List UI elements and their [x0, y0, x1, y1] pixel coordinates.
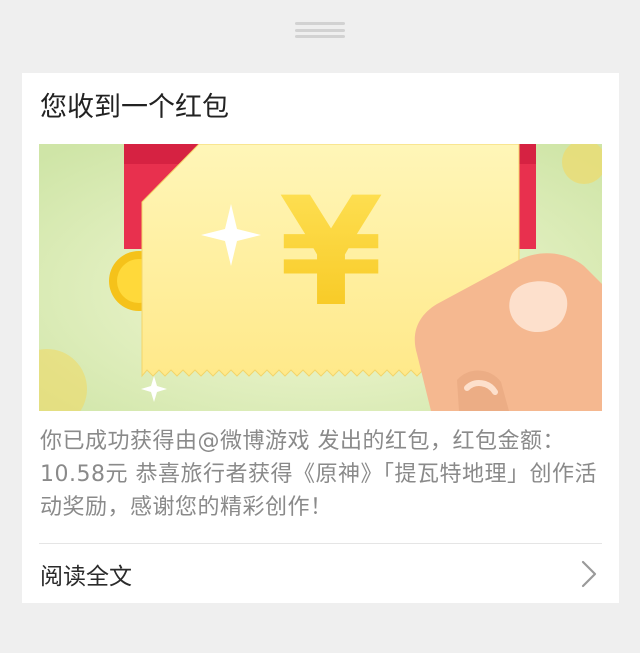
- read-full-article-link[interactable]: 阅读全文: [22, 544, 619, 603]
- yen-icon: ¥: [279, 166, 383, 340]
- chevron-right-icon: [581, 560, 597, 588]
- banner-illustration: ¥: [39, 144, 602, 411]
- red-packet-message: 你已成功获得由@微博游戏 发出的红包，红包金额：10.58元 恭喜旅行者获得《原…: [40, 429, 597, 520]
- read-more-label: 阅读全文: [40, 563, 132, 590]
- red-packet-banner[interactable]: ¥: [39, 144, 602, 411]
- card-title: 您收到一个红包: [40, 92, 229, 123]
- drag-handle-icon[interactable]: [295, 22, 345, 38]
- red-packet-card[interactable]: 您收到一个红包 ¥ 你已成功获得由@微博游戏 发出的红包，红包金额：10.58元…: [22, 73, 619, 603]
